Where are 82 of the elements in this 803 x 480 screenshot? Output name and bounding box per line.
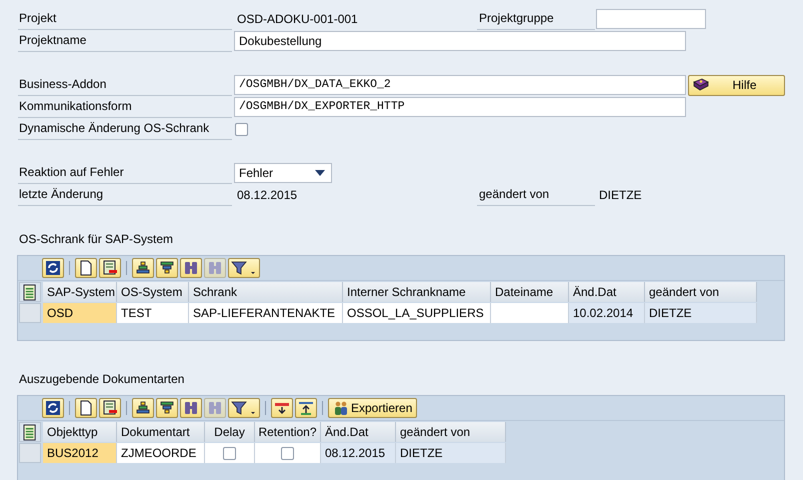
- delete-row-icon: [102, 400, 118, 416]
- field-value: DIETZE: [599, 186, 642, 204]
- new-button[interactable]: [75, 258, 97, 278]
- sort-up-button[interactable]: [132, 398, 154, 418]
- column-header[interactable]: Änd.Dat: [321, 422, 396, 442]
- dropdown[interactable]: Fehler: [234, 163, 332, 183]
- field-value: 08.12.2015: [236, 186, 298, 204]
- table-cell: DIETZE: [396, 443, 506, 463]
- delete-button[interactable]: [99, 258, 121, 278]
- field-label: Dynamische Änderung OS-Schrank: [18, 118, 232, 140]
- section-title: OS-Schrank für SAP-System: [18, 232, 174, 246]
- upload-icon: [298, 400, 314, 416]
- refresh-button[interactable]: [42, 398, 64, 418]
- sort-ascending-icon: [135, 260, 151, 276]
- column-header[interactable]: geändert von: [645, 282, 757, 302]
- column-header[interactable]: Interner Schrankname: [343, 282, 491, 302]
- refresh-button[interactable]: [42, 258, 64, 278]
- field-label: geändert von: [477, 184, 595, 206]
- delete-row-icon: [102, 260, 118, 276]
- column-header[interactable]: Objekttyp: [43, 422, 117, 442]
- field-label: letzte Änderung: [18, 184, 232, 206]
- input-field[interactable]: Dokubestellung: [234, 31, 686, 51]
- table-cell: 10.02.2014: [569, 303, 645, 323]
- checkbox[interactable]: [281, 446, 294, 460]
- help-button[interactable]: Hilfe: [688, 74, 785, 96]
- find-button[interactable]: [180, 258, 202, 278]
- column-header[interactable]: Retention?: [255, 422, 321, 442]
- table-cell: 08.12.2015: [321, 443, 396, 463]
- sort-down-button[interactable]: [156, 258, 178, 278]
- column-header[interactable]: Änd.Dat: [569, 282, 645, 302]
- delete-button[interactable]: [99, 398, 121, 418]
- caret-icon: [315, 170, 325, 176]
- sort-ascending-icon: [135, 400, 151, 416]
- checkbox[interactable]: [223, 446, 236, 460]
- field-label: Business-Addon: [18, 74, 232, 96]
- refresh-icon: [45, 260, 61, 276]
- section-title: Auszugebende Dokumentarten: [18, 372, 186, 386]
- sort-descending-icon: [159, 260, 175, 276]
- checkbox[interactable]: [235, 122, 248, 136]
- field-label: Kommunikationsform: [18, 96, 232, 118]
- people-icon: [333, 401, 349, 415]
- filter-button[interactable]: [228, 398, 260, 418]
- column-header[interactable]: Delay: [205, 422, 255, 442]
- field-value: OSD-ADOKU-001-001: [236, 10, 359, 28]
- document-icon: [78, 400, 94, 416]
- sort-down-button[interactable]: [156, 398, 178, 418]
- field-label: Projektgruppe: [477, 8, 595, 30]
- table-cell[interactable]: OSD: [43, 303, 117, 323]
- download-icon: [274, 400, 290, 416]
- document-icon: [78, 260, 94, 276]
- upload-button[interactable]: [295, 398, 317, 418]
- input-field[interactable]: /OSGMBH/DX_EXPORTER_HTTP: [234, 97, 686, 117]
- layout-icon[interactable]: [19, 282, 41, 302]
- sort-up-button[interactable]: [132, 258, 154, 278]
- field-label: Projekt: [18, 8, 232, 30]
- find-button[interactable]: [180, 398, 202, 418]
- column-header[interactable]: SAP-System: [43, 282, 117, 302]
- table-cell[interactable]: BUS2012: [43, 443, 117, 463]
- column-header[interactable]: Dateiname: [491, 282, 569, 302]
- column-header[interactable]: Schrank: [189, 282, 343, 302]
- download-button[interactable]: [271, 398, 293, 418]
- column-header[interactable]: OS-System: [117, 282, 189, 302]
- column-header[interactable]: Dokumentart: [117, 422, 205, 442]
- filter-icon: [231, 260, 257, 276]
- input-field[interactable]: /OSGMBH/DX_DATA_EKKO_2: [234, 75, 686, 95]
- export-button[interactable]: Exportieren: [328, 398, 418, 418]
- input-field[interactable]: [596, 9, 706, 29]
- table-cell[interactable]: OSSOL_LA_SUPPLIERS: [343, 303, 491, 323]
- table-cell[interactable]: ZJMEOORDE: [117, 443, 205, 463]
- layout-icon[interactable]: [19, 422, 41, 442]
- filter-button[interactable]: [228, 258, 260, 278]
- table-cell: DIETZE: [645, 303, 757, 323]
- refresh-icon: [45, 400, 61, 416]
- table-cell[interactable]: [491, 303, 569, 323]
- field-label: Projektname: [18, 30, 232, 52]
- sort-descending-icon: [159, 400, 175, 416]
- column-header[interactable]: geändert von: [396, 422, 506, 442]
- field-label: Reaktion auf Fehler: [18, 162, 232, 184]
- table-cell[interactable]: TEST: [117, 303, 189, 323]
- table-cell[interactable]: SAP-LIEFERANTENAKTE: [189, 303, 343, 323]
- filter-icon: [231, 400, 257, 416]
- new-button[interactable]: [75, 398, 97, 418]
